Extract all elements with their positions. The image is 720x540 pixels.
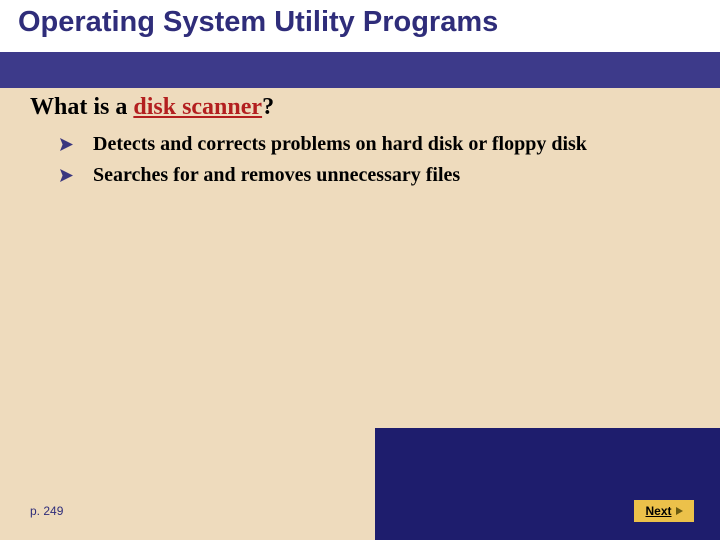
page-title: Operating System Utility Programs xyxy=(18,6,702,39)
bottom-panel xyxy=(375,428,720,540)
play-arrow-icon xyxy=(676,507,683,515)
page-reference: p. 249 xyxy=(30,504,63,518)
bullet-list: Detects and corrects problems on hard di… xyxy=(60,132,670,194)
next-button[interactable]: Next xyxy=(634,500,694,522)
header-bar xyxy=(0,52,720,88)
list-item: Detects and corrects problems on hard di… xyxy=(60,132,670,157)
subheading-suffix: ? xyxy=(262,94,274,120)
subheading: What is a disk scanner? xyxy=(30,94,690,121)
list-item: Searches for and removes unnecessary fil… xyxy=(60,163,670,188)
slide: Operating System Utility Programs What i… xyxy=(0,0,720,540)
subheading-term: disk scanner xyxy=(133,94,262,120)
subheading-prefix: What is a xyxy=(30,94,133,120)
bullet-text: Detects and corrects problems on hard di… xyxy=(93,132,587,157)
bullet-arrow-icon xyxy=(60,138,73,151)
bullet-text: Searches for and removes unnecessary fil… xyxy=(93,163,460,188)
bullet-arrow-icon xyxy=(60,169,73,182)
next-button-label: Next xyxy=(645,504,671,518)
